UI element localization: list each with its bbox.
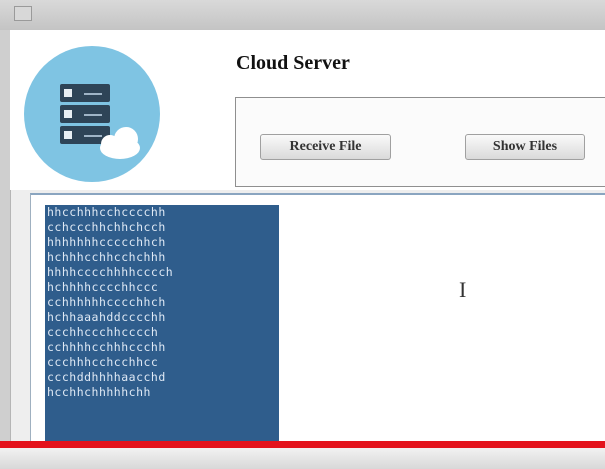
text-line: ccchddhhhhaacchd — [47, 370, 166, 384]
text-line: hchhhhcccchhccc — [47, 280, 159, 294]
app-title: Cloud Server — [236, 52, 350, 74]
file-content-textarea[interactable]: hhcchhhcchcccchh cchccchhchhchcch hhhhhh… — [30, 193, 605, 469]
text-line: cchhhhhhcccchhch — [47, 295, 166, 309]
text-line: ccchhhcchcchhcc — [47, 355, 159, 369]
show-files-button[interactable]: Show Files — [465, 134, 585, 160]
text-line: hcchhchhhhhchh — [47, 385, 151, 399]
window-icon — [14, 6, 32, 21]
text-line: hhhhhhhccccchhch — [47, 235, 166, 249]
title-bar[interactable] — [0, 0, 605, 31]
text-line: hhcchhhcchcccchh — [47, 205, 166, 219]
text-line: hchhaaahddcccchh — [47, 310, 166, 324]
text-line: hhhhcccchhhhcccch — [47, 265, 174, 279]
text-cursor-icon: I — [459, 277, 467, 302]
cloud-server-logo-icon — [24, 46, 160, 182]
text-line: hchhhcchhcchchhh — [47, 250, 166, 264]
button-group-panel: Receive File Show Files — [235, 97, 605, 187]
text-line: cchccchhchhchcch — [47, 220, 166, 234]
header-panel: Cloud Server Receive File Show Files — [10, 30, 605, 190]
red-overlay-line — [0, 441, 605, 448]
receive-file-button[interactable]: Receive File — [260, 134, 391, 160]
text-line: ccchhccchhcccch — [47, 325, 159, 339]
selected-text-block[interactable]: hhcchhhcchcccchh cchccchhchhchcch hhhhhh… — [45, 205, 279, 450]
app-window: Cloud Server Receive File Show Files hhc… — [0, 0, 605, 469]
text-line: cchhhhcchhhccchh — [47, 340, 166, 354]
bottom-edge — [0, 448, 605, 469]
